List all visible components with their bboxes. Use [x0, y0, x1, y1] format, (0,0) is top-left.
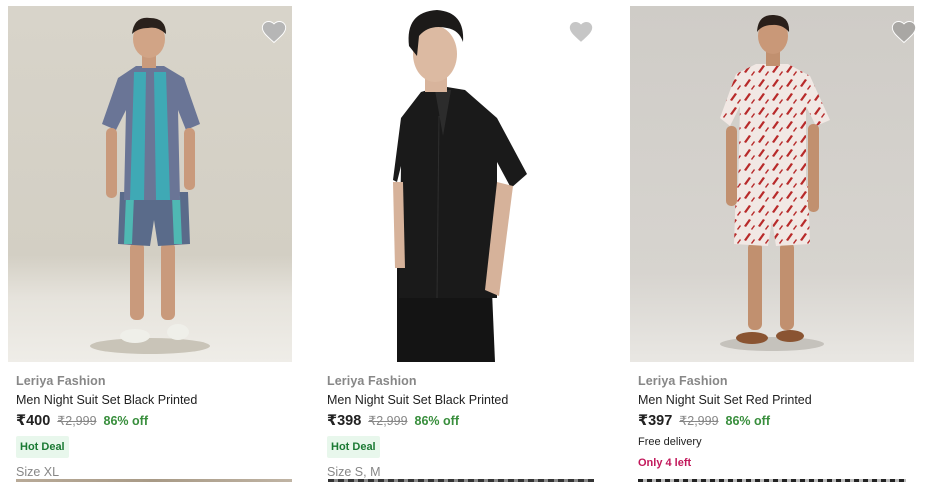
original-price: ₹2,999 — [679, 414, 719, 428]
product-title[interactable]: Men Night Suit Set Red Printed — [638, 391, 918, 409]
model-printed-shirt-shorts-image — [90, 17, 210, 354]
brand-name: Leriya Fashion — [16, 374, 106, 388]
product-image[interactable] — [313, 6, 613, 362]
product-card[interactable]: Leriya Fashion Men Night Suit Set Black … — [313, 0, 613, 482]
product-title[interactable]: Men Night Suit Set Black Printed — [16, 391, 296, 409]
product-card[interactable]: Leriya Fashion Men Night Suit Set Black … — [0, 0, 300, 482]
discount-label: 86% off — [414, 414, 459, 428]
wishlist-heart-icon[interactable] — [260, 18, 288, 46]
discount-label: 86% off — [103, 414, 148, 428]
discount-label: 86% off — [725, 414, 770, 428]
selling-price: ₹400 — [16, 413, 51, 429]
free-delivery-label: Free delivery — [638, 436, 702, 448]
product-image[interactable] — [630, 6, 914, 362]
hot-deal-badge: Hot Deal — [16, 436, 69, 458]
product-card[interactable]: Leriya Fashion Men Night Suit Set Red Pr… — [622, 0, 922, 482]
model-red-printed-shirt-shorts-image — [720, 14, 830, 351]
brand-name: Leriya Fashion — [327, 374, 417, 388]
wishlist-heart-icon[interactable] — [567, 18, 595, 46]
brand-name: Leriya Fashion — [638, 374, 728, 388]
wishlist-heart-icon[interactable] — [890, 18, 918, 46]
original-price: ₹2,999 — [57, 414, 97, 428]
size-label: Size XL — [16, 465, 60, 479]
selling-price: ₹398 — [327, 413, 362, 429]
size-label: Size S, M — [327, 465, 381, 479]
selling-price: ₹397 — [638, 413, 673, 429]
original-price: ₹2,999 — [368, 414, 408, 428]
product-image[interactable] — [8, 6, 292, 362]
stock-warning: Only 4 left — [638, 457, 692, 469]
hot-deal-badge: Hot Deal — [327, 436, 380, 458]
model-black-shirt-shorts-image — [393, 10, 527, 362]
product-title[interactable]: Men Night Suit Set Black Printed — [327, 391, 607, 409]
